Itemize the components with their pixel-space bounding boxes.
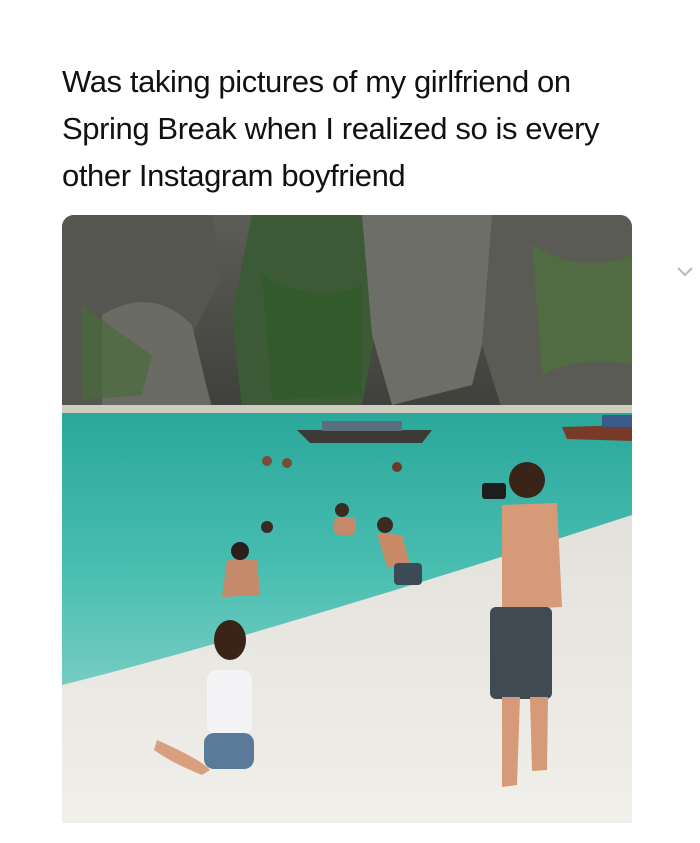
- caption-line-3: other Instagram boyfriend: [62, 158, 406, 193]
- chevron-down-icon[interactable]: [676, 266, 694, 278]
- caption-line-1: Was taking pictures of my girlfriend on: [62, 64, 571, 99]
- caption-line-2: Spring Break when I realized so is every: [62, 111, 600, 146]
- beach-photo: [62, 215, 632, 823]
- post-caption: Was taking pictures of my girlfriend on …: [62, 58, 642, 199]
